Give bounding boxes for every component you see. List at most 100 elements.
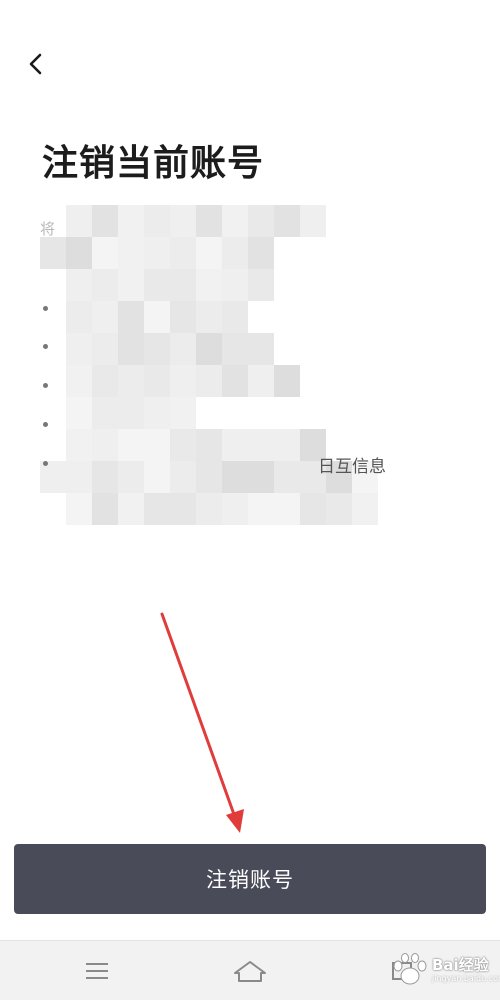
mosaic-pixel (66, 493, 92, 525)
mosaic-pixel (274, 365, 300, 397)
mosaic-pixel (118, 333, 144, 365)
mosaic-pixel (66, 205, 92, 237)
mosaic-pixel (66, 397, 92, 429)
mosaic-pixel (118, 205, 144, 237)
mosaic-pixel (118, 365, 144, 397)
mosaic-pixel (92, 269, 118, 301)
mosaic-pixel (144, 397, 170, 429)
mosaic-pixel (248, 205, 274, 237)
mosaic-pixel (248, 269, 274, 301)
list-bullet (43, 461, 48, 466)
mosaic-pixel (92, 333, 118, 365)
mosaic-pixel (170, 269, 196, 301)
mosaic-pixel (222, 429, 248, 461)
mosaic-pixel (144, 461, 170, 493)
mosaic-pixel (118, 237, 144, 269)
mosaic-pixel (196, 461, 222, 493)
mosaic-pixel (118, 301, 144, 333)
mosaic-pixel (170, 237, 196, 269)
list-item-text-fragment: 日互信息 (318, 457, 386, 477)
mosaic-pixel (92, 237, 118, 269)
mosaic-pixel (170, 301, 196, 333)
mosaic-pixel (170, 429, 196, 461)
mosaic-pixel (144, 333, 170, 365)
mosaic-pixel (144, 301, 170, 333)
list-bullet (43, 306, 48, 311)
paw-icon (393, 953, 427, 985)
mosaic-pixel (144, 205, 170, 237)
mosaic-pixel (170, 365, 196, 397)
mosaic-pixel (248, 237, 274, 269)
mosaic-pixel (118, 493, 144, 525)
deactivate-account-button-label: 注销账号 (206, 868, 294, 892)
blurred-content (30, 205, 380, 535)
mosaic-pixel (92, 397, 118, 429)
mosaic-pixel (170, 333, 196, 365)
mosaic-pixel (144, 429, 170, 461)
mosaic-pixel (66, 301, 92, 333)
mosaic-pixel (248, 333, 274, 365)
mosaic-pixel (92, 205, 118, 237)
deactivate-account-button[interactable]: 注销账号 (14, 844, 486, 914)
mosaic-pixel (222, 333, 248, 365)
mosaic-pixel (170, 461, 196, 493)
mosaic-pixel (144, 237, 170, 269)
mosaic-pixel (300, 493, 326, 525)
mosaic-pixel (196, 301, 222, 333)
watermark-url: jingyan.baidu.com (432, 974, 500, 983)
mosaic-pixel (196, 333, 222, 365)
page-title: 注销当前账号 (42, 143, 265, 184)
list-bullet (43, 344, 48, 349)
mosaic-pixel (66, 333, 92, 365)
nav-home-button[interactable] (230, 955, 270, 987)
mosaic-pixel (170, 205, 196, 237)
mosaic-pixel (92, 301, 118, 333)
mosaic-pixel (222, 205, 248, 237)
mosaic-pixel (222, 301, 248, 333)
mosaic-pixel (118, 269, 144, 301)
mosaic-pixel (66, 365, 92, 397)
mosaic-pixel (144, 269, 170, 301)
intro-text-fragment: 将 (40, 220, 56, 238)
mosaic-pixel (92, 365, 118, 397)
mosaic-pixel (92, 461, 118, 493)
mosaic-pixel (170, 493, 196, 525)
mosaic-pixel (196, 237, 222, 269)
mosaic-pixel (144, 365, 170, 397)
mosaic-pixel (222, 365, 248, 397)
mosaic-pixel (40, 237, 66, 269)
mosaic-pixel (222, 269, 248, 301)
mosaic-pixel (274, 429, 300, 461)
mosaic-pixel (248, 493, 274, 525)
mosaic-pixel (274, 461, 300, 493)
mosaic-pixel (196, 269, 222, 301)
home-icon (234, 961, 266, 982)
mosaic-pixel (326, 493, 352, 525)
chevron-left-icon (29, 53, 42, 75)
mosaic-pixel (92, 429, 118, 461)
mosaic-pixel (66, 269, 92, 301)
watermark-brand: Bai经验 (432, 956, 489, 974)
menu-icon (86, 963, 108, 979)
list-bullet (43, 383, 48, 388)
mosaic-pixel (66, 237, 92, 269)
mosaic-pixel (196, 205, 222, 237)
mosaic-pixel (248, 461, 274, 493)
mosaic-pixel (248, 429, 274, 461)
nav-menu-button[interactable] (77, 955, 117, 987)
mosaic-pixel (222, 493, 248, 525)
mosaic-pixel (196, 365, 222, 397)
mosaic-pixel (118, 429, 144, 461)
mosaic-pixel (196, 493, 222, 525)
back-button[interactable] (18, 46, 54, 82)
mosaic-pixel (196, 429, 222, 461)
list-bullet (43, 422, 48, 427)
mosaic-pixel (248, 365, 274, 397)
mosaic-pixel (170, 397, 196, 429)
mosaic-pixel (66, 429, 92, 461)
mosaic-pixel (118, 461, 144, 493)
mosaic-pixel (222, 237, 248, 269)
mosaic-pixel (300, 205, 326, 237)
baidu-watermark: Bai经验 jingyan.baidu.com (388, 948, 500, 992)
mosaic-pixel (118, 397, 144, 429)
